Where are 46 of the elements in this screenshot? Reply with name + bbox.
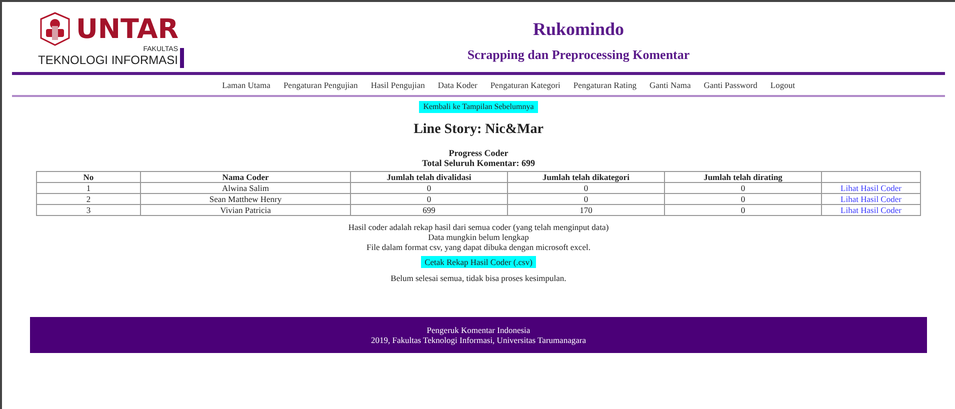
table-cell: 0 [350,194,508,204]
column-header: Jumlah telah dirating [664,172,822,182]
table-cell: Alwina Salim [140,182,350,194]
column-header: Jumlah telah dikategori [508,172,664,182]
export-csv-button[interactable]: Cetak Rekap Hasil Coder (.csv) [420,256,536,268]
table-cell: 1 [36,182,140,194]
nav-link[interactable]: Pengaturan Kategori [490,78,560,92]
table-cell: 699 [350,204,508,216]
column-header: Jumlah telah divalidasi [350,172,508,182]
info-text: File dalam format csv, yang dapat dibuka dengan microsoft excel. [366,242,590,252]
table-cell: 0 [508,194,664,204]
footer-text: 2019, Fakultas Teknologi Informasi, Universitas Tarumanagara [371,335,586,345]
total-comments: Total Seluruh Komentar: 699 [422,158,535,168]
nav-link[interactable]: Laman Utama [222,78,270,92]
info-text: Hasil coder adalah rekap hasil dari semua coder (yang telah menginput data) [348,222,609,232]
column-header: Nama Coder [140,172,350,182]
nav-link[interactable]: Pengaturan Pengujian [283,78,358,92]
nav-link[interactable]: Hasil Pengujian [370,78,425,92]
footer-text: Pengeruk Komentar Indonesia [426,325,530,335]
logo-faculty: TEKNOLOGI INFORMASI [38,53,178,68]
table-cell: 0 [350,182,508,194]
table-cell: 0 [664,194,822,204]
table-cell: 2 [36,194,140,204]
page-heading: Line Story: Nic&Mar [414,121,544,139]
table-cell: Sean Matthew Henry [140,194,350,204]
nav-link[interactable]: Ganti Password [704,78,758,92]
nav-link[interactable]: Logout [770,78,795,92]
site-subtitle: Scrapping dan Preprocessing Komentar [467,46,690,64]
table-cell: Vivian Patricia [140,204,350,216]
logo-name: UNTAR [76,16,179,42]
nav-link[interactable]: Pengaturan Rating [573,78,636,92]
logo-bar [180,48,184,68]
status-text: Belum selesai semua, tidak bisa proses kesimpulan. [390,273,566,283]
emblem-icon [38,12,72,46]
table-cell: 0 [664,204,822,216]
info-text: Data mungkin belum lengkap [428,232,529,242]
nav-link[interactable]: Ganti Nama [649,78,691,92]
column-header: No [36,172,140,182]
table-cell: 0 [508,182,664,194]
table-cell: 0 [664,182,822,194]
progress-title: Progress Coder [448,148,508,158]
table-cell: 170 [508,204,664,216]
back-button[interactable]: Kembali ke Tampilan Sebelumnya [419,101,538,113]
table-cell: 3 [36,204,140,216]
nav-link[interactable]: Data Koder [438,78,478,92]
site-title: Rukomindo [532,18,624,41]
